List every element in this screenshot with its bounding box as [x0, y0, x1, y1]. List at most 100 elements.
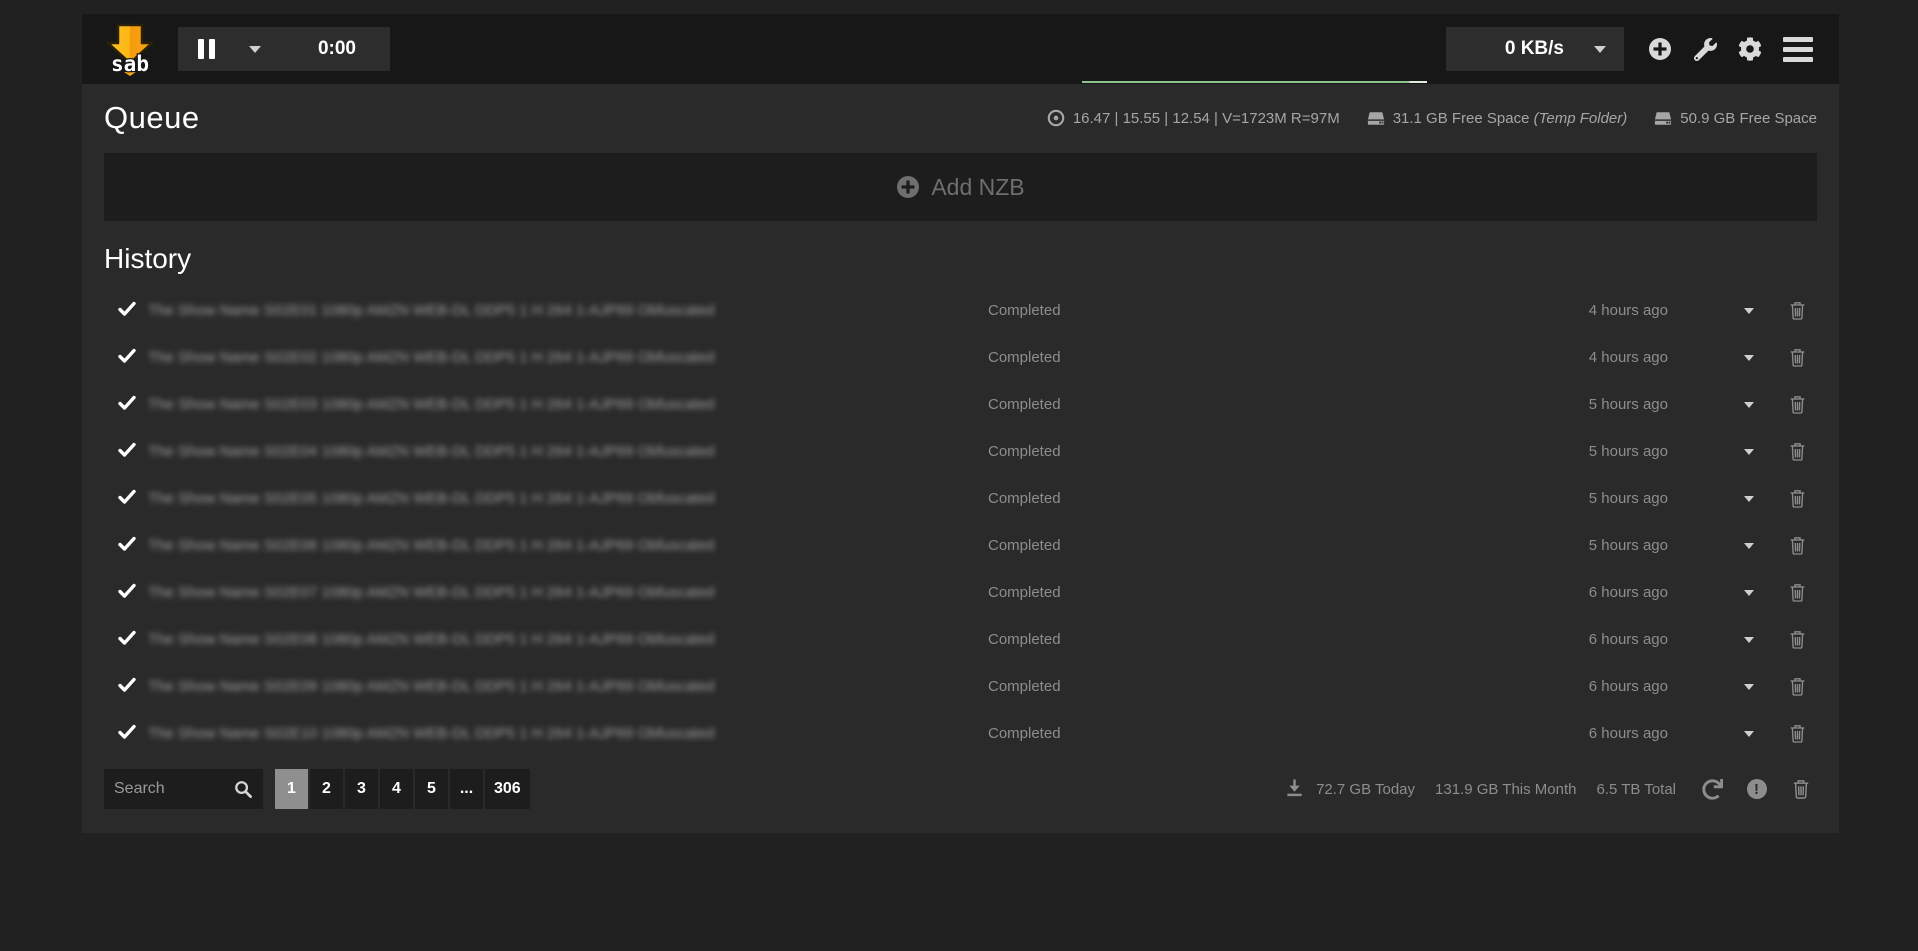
- check-icon: [104, 348, 148, 368]
- page-button[interactable]: 306: [485, 769, 530, 809]
- chevron-down-icon: [1744, 449, 1754, 455]
- row-expand-button[interactable]: [1721, 402, 1777, 408]
- row-expand-button[interactable]: [1721, 496, 1777, 502]
- wrench-icon[interactable]: [1693, 37, 1717, 61]
- row-expand-button[interactable]: [1721, 731, 1777, 737]
- server-stats: 16.47 | 15.55 | 12.54 | V=1723M R=97M: [1047, 109, 1340, 127]
- release-title: The Show Name S02E04 1080p AMZN WEB-DL D…: [148, 443, 988, 460]
- target-icon: [1047, 109, 1065, 127]
- row-delete-button[interactable]: [1777, 442, 1817, 461]
- speed-graph: [1082, 43, 1427, 83]
- page-button[interactable]: 2: [310, 769, 343, 809]
- trash-icon: [1789, 301, 1806, 320]
- row-expand-button[interactable]: [1721, 355, 1777, 361]
- history-row: The Show Name S02E05 1080p AMZN WEB-DL D…: [104, 475, 1817, 522]
- history-row: The Show Name S02E03 1080p AMZN WEB-DL D…: [104, 381, 1817, 428]
- check-icon: [104, 301, 148, 321]
- row-expand-button[interactable]: [1721, 590, 1777, 596]
- disk-free-space: 50.9 GB Free Space: [1654, 110, 1817, 127]
- history-row: The Show Name S02E08 1080p AMZN WEB-DL D…: [104, 616, 1817, 663]
- hdd-icon: [1654, 111, 1672, 126]
- completed-time: 6 hours ago: [1551, 631, 1721, 648]
- history-row: The Show Name S02E06 1080p AMZN WEB-DL D…: [104, 522, 1817, 569]
- row-delete-button[interactable]: [1777, 630, 1817, 649]
- refresh-icon[interactable]: [1702, 779, 1723, 800]
- pause-controls[interactable]: 0:00: [178, 27, 390, 71]
- history-row: The Show Name S02E01 1080p AMZN WEB-DL D…: [104, 287, 1817, 334]
- speed-value: 0 KB/s: [1505, 38, 1564, 60]
- row-expand-button[interactable]: [1721, 449, 1777, 455]
- gear-icon[interactable]: [1738, 37, 1762, 61]
- status-label: Completed: [988, 584, 1551, 601]
- chevron-down-icon: [1744, 355, 1754, 361]
- trash-icon: [1789, 724, 1806, 743]
- check-icon: [104, 583, 148, 603]
- page-button[interactable]: ...: [450, 769, 483, 809]
- history-search[interactable]: [104, 769, 263, 809]
- chevron-down-icon: [1744, 731, 1754, 737]
- purge-history-icon[interactable]: [1790, 779, 1811, 800]
- history-rows: The Show Name S02E01 1080p AMZN WEB-DL D…: [104, 287, 1817, 757]
- topbar: sab 0:00 0 KB/s: [82, 14, 1839, 84]
- trash-icon: [1789, 630, 1806, 649]
- trash-icon: [1789, 536, 1806, 555]
- row-delete-button[interactable]: [1777, 536, 1817, 555]
- chevron-down-icon[interactable]: [249, 46, 261, 53]
- page-button[interactable]: 5: [415, 769, 448, 809]
- release-title: The Show Name S02E01 1080p AMZN WEB-DL D…: [148, 302, 988, 319]
- completed-time: 6 hours ago: [1551, 725, 1721, 742]
- page-button[interactable]: 4: [380, 769, 413, 809]
- release-title: The Show Name S02E09 1080p AMZN WEB-DL D…: [148, 678, 988, 695]
- today-total: 72.7 GB Today: [1316, 781, 1415, 798]
- menu-icon[interactable]: [1783, 37, 1813, 62]
- pause-icon[interactable]: [198, 39, 215, 59]
- status-label: Completed: [988, 302, 1551, 319]
- history-row: The Show Name S02E09 1080p AMZN WEB-DL D…: [104, 663, 1817, 710]
- check-icon: [104, 395, 148, 415]
- chevron-down-icon: [1744, 543, 1754, 549]
- row-delete-button[interactable]: [1777, 348, 1817, 367]
- queue-stats: 16.47 | 15.55 | 12.54 | V=1723M R=97M 31…: [1047, 109, 1817, 127]
- status-label: Completed: [988, 490, 1551, 507]
- row-delete-button[interactable]: [1777, 489, 1817, 508]
- row-delete-button[interactable]: [1777, 395, 1817, 414]
- chevron-down-icon: [1594, 46, 1606, 53]
- completed-time: 4 hours ago: [1551, 349, 1721, 366]
- row-expand-button[interactable]: [1721, 543, 1777, 549]
- info-icon[interactable]: !: [1746, 779, 1767, 800]
- page-button[interactable]: 1: [275, 769, 308, 809]
- row-expand-button[interactable]: [1721, 637, 1777, 643]
- release-title: The Show Name S02E07 1080p AMZN WEB-DL D…: [148, 584, 988, 601]
- release-title: The Show Name S02E08 1080p AMZN WEB-DL D…: [148, 631, 988, 648]
- row-delete-button[interactable]: [1777, 724, 1817, 743]
- check-icon: [104, 677, 148, 697]
- sabnzbd-app: sab 0:00 0 KB/s: [82, 14, 1839, 833]
- sabnzbd-logo[interactable]: sab: [106, 22, 154, 76]
- queue-title: Queue: [104, 100, 200, 136]
- pause-timer: 0:00: [318, 38, 356, 60]
- release-title: The Show Name S02E10 1080p AMZN WEB-DL D…: [148, 725, 988, 742]
- history-row: The Show Name S02E04 1080p AMZN WEB-DL D…: [104, 428, 1817, 475]
- check-icon: [104, 630, 148, 650]
- hdd-icon: [1367, 111, 1385, 126]
- release-title: The Show Name S02E06 1080p AMZN WEB-DL D…: [148, 537, 988, 554]
- release-title: The Show Name S02E03 1080p AMZN WEB-DL D…: [148, 396, 988, 413]
- status-label: Completed: [988, 537, 1551, 554]
- row-delete-button[interactable]: [1777, 583, 1817, 602]
- check-icon: [104, 489, 148, 509]
- add-nzb-icon[interactable]: [1648, 37, 1672, 61]
- search-input[interactable]: [114, 780, 234, 798]
- row-expand-button[interactable]: [1721, 308, 1777, 314]
- add-nzb-dropzone[interactable]: Add NZB: [104, 153, 1817, 221]
- chevron-down-icon: [1744, 684, 1754, 690]
- check-icon: [104, 536, 148, 556]
- history-row: The Show Name S02E10 1080p AMZN WEB-DL D…: [104, 710, 1817, 757]
- status-label: Completed: [988, 349, 1551, 366]
- svg-text:sab: sab: [111, 52, 149, 76]
- row-delete-button[interactable]: [1777, 677, 1817, 696]
- row-delete-button[interactable]: [1777, 301, 1817, 320]
- speed-limit-button[interactable]: 0 KB/s: [1446, 27, 1624, 71]
- row-expand-button[interactable]: [1721, 684, 1777, 690]
- completed-time: 5 hours ago: [1551, 490, 1721, 507]
- page-button[interactable]: 3: [345, 769, 378, 809]
